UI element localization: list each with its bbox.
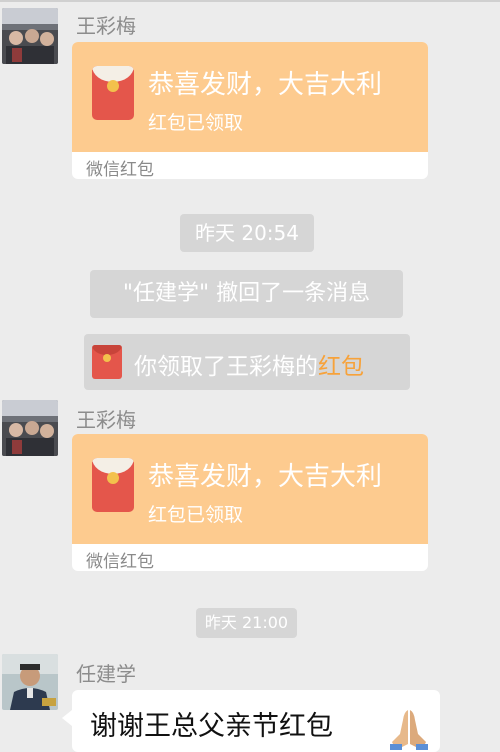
sender-name: 王彩梅 bbox=[76, 408, 136, 432]
red-packet-footer: 微信红包 bbox=[86, 160, 154, 179]
praying-hands-icon bbox=[390, 710, 428, 750]
red-packet-status: 红包已领取 bbox=[148, 112, 244, 134]
claimed-notice-text: 你领取了王彩梅的 bbox=[134, 354, 318, 380]
red-packet-title: 恭喜发财，大吉大利 bbox=[148, 70, 383, 100]
sender-name: 任建学 bbox=[76, 662, 136, 686]
red-packet-icon bbox=[92, 66, 134, 120]
top-divider bbox=[0, 0, 500, 2]
sender-avatar[interactable] bbox=[2, 400, 58, 456]
red-packet-icon bbox=[92, 345, 122, 379]
text-message-bubble[interactable]: 谢谢王总父亲节红包 bbox=[62, 690, 440, 752]
red-packet-card[interactable]: 恭喜发财，大吉大利 红包已领取 微信红包 bbox=[72, 434, 428, 571]
sender-name: 王彩梅 bbox=[76, 14, 136, 38]
red-packet-card[interactable]: 恭喜发财，大吉大利 红包已领取 微信红包 bbox=[72, 42, 428, 179]
sender-avatar[interactable] bbox=[2, 8, 58, 64]
claimed-notice: 你领取了王彩梅的红包 bbox=[84, 334, 410, 390]
red-packet-title: 恭喜发财，大吉大利 bbox=[148, 462, 383, 492]
red-packet-status: 红包已领取 bbox=[148, 504, 244, 526]
red-packet-link[interactable]: 红包 bbox=[318, 354, 364, 380]
recall-notice: "任建学" 撤回了一条消息 bbox=[90, 270, 403, 318]
red-packet-icon bbox=[92, 458, 134, 512]
sender-avatar[interactable] bbox=[2, 654, 58, 710]
timestamp: 昨天 20:54 bbox=[180, 214, 314, 252]
red-packet-footer: 微信红包 bbox=[86, 552, 154, 571]
timestamp: 昨天 21:00 bbox=[196, 608, 297, 638]
message-text: 谢谢王总父亲节红包 bbox=[90, 711, 333, 742]
